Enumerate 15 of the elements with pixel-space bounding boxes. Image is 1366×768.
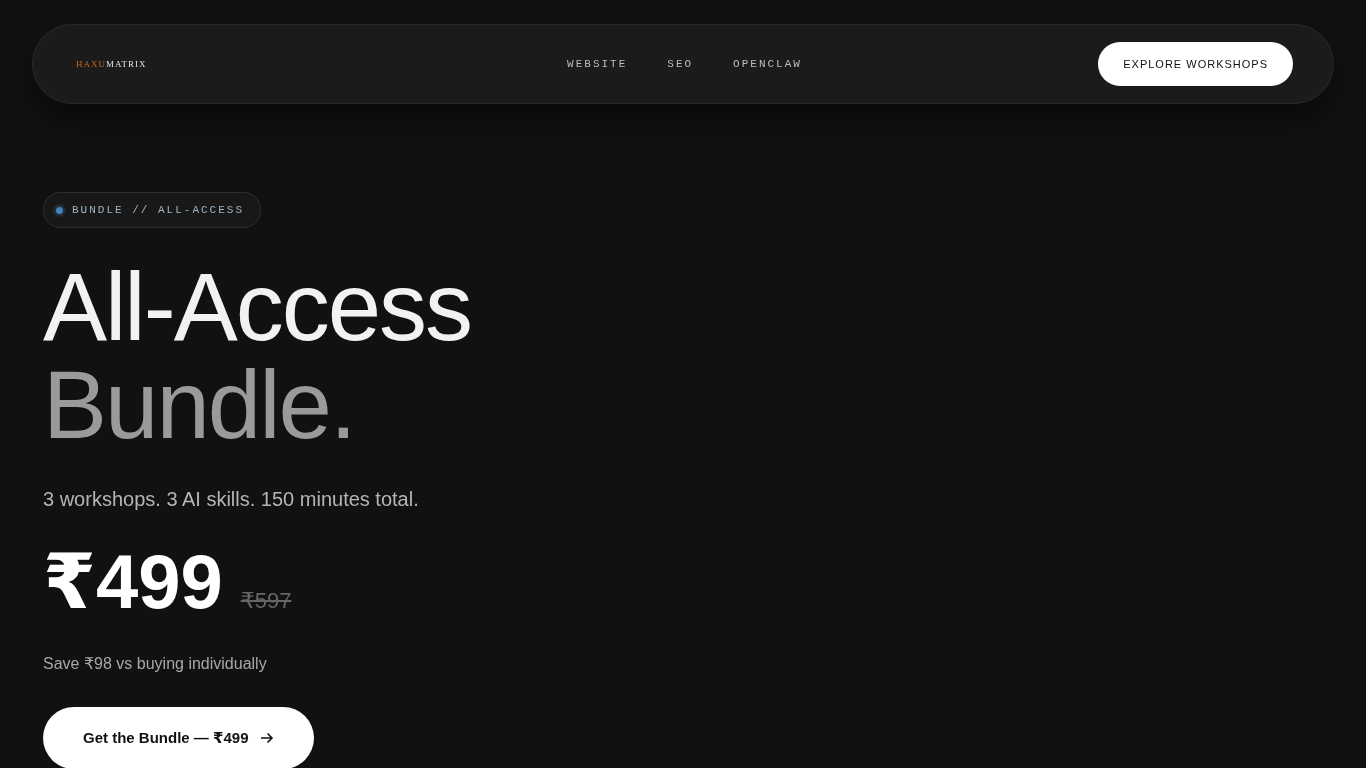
savings-note: Save ₹98 vs buying individually bbox=[43, 654, 267, 673]
headline-subline: Bundle. bbox=[43, 356, 356, 454]
nav-link[interactable]: WEBSITE bbox=[567, 58, 628, 70]
logo[interactable]: HAXUMATRIX bbox=[76, 59, 568, 69]
price: ₹499 bbox=[43, 538, 223, 626]
get-bundle-button[interactable]: Get the Bundle — ₹499 bbox=[43, 707, 315, 768]
explore-workshops-button[interactable]: EXPLORE WORKSHOPS bbox=[1098, 42, 1293, 86]
badge-label: BUNDLE // ALL-ACCESS bbox=[72, 204, 245, 216]
nav-link[interactable]: OPENCLAW bbox=[733, 58, 802, 70]
nav-link[interactable]: SEO bbox=[667, 58, 694, 70]
arrow-right-icon bbox=[260, 731, 275, 745]
original-price: ₹597 bbox=[240, 588, 292, 614]
subtitle: 3 workshops. 3 AI skills. 150 minutes total. bbox=[43, 488, 419, 511]
dot-icon bbox=[56, 206, 63, 214]
headline: All-Access bbox=[43, 258, 472, 356]
